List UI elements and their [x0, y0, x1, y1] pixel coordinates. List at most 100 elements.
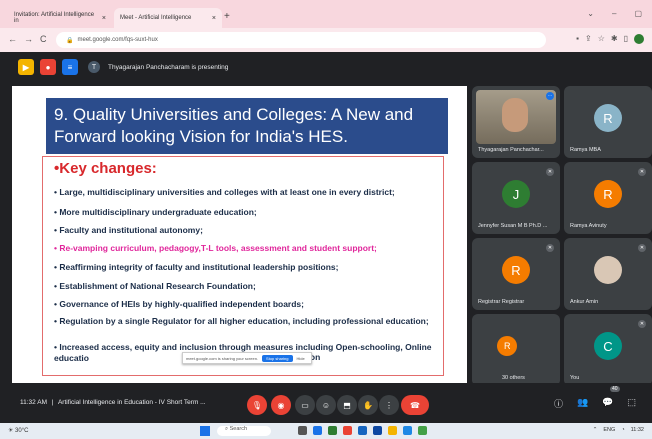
slide-bullet: • Large, multidisciplinary universities … [54, 187, 395, 197]
emoji-button[interactable]: ☺ [316, 395, 336, 415]
more-options-button[interactable]: ⋮ [379, 395, 399, 415]
activities-icon[interactable]: ⬚ [627, 397, 636, 410]
url-text: meet.google.com/fqs-suxt-hux [77, 37, 158, 43]
start-icon[interactable] [200, 426, 210, 436]
info-icon[interactable]: ⓘ [554, 397, 563, 410]
people-icon[interactable]: 👥 [577, 397, 588, 410]
hide-button[interactable]: Hide [297, 356, 305, 361]
avatar: R [502, 256, 530, 285]
participant-name: Ankur Amin [570, 299, 599, 305]
minimize-icon[interactable]: – [612, 9, 616, 18]
meeting-time: 11:32 AM [20, 399, 47, 406]
mic-off-icon: ✕ [638, 320, 646, 328]
presenter-icon: T [88, 61, 100, 73]
taskbar-search[interactable]: ⌕ Search [217, 426, 271, 436]
lock-icon: 🔒 [66, 37, 74, 44]
tab-meet[interactable]: Meet - Artificial Intelligence × [114, 8, 222, 28]
participant-name: You [570, 375, 580, 381]
chevron-up-icon[interactable]: ⌃ [593, 427, 598, 433]
participant-tile[interactable]: R Ramya MBA [564, 86, 652, 158]
app-icon[interactable] [418, 426, 427, 435]
slide-bullet: • More multidisciplinary undergraduate e… [54, 207, 257, 217]
more-options-icon[interactable]: ⋯ [546, 92, 554, 100]
participant-name: Thyagarajan Panchachar... [478, 147, 544, 153]
presenting-indicator: T Thyagarajan Panchacharam is presenting [88, 61, 228, 73]
raise-hand-button[interactable]: ✋ [358, 395, 378, 415]
mic-off-icon: ✕ [546, 244, 554, 252]
chrome-icon[interactable] [313, 426, 322, 435]
address-bar-row: ← → C 🔒 meet.google.com/fqs-suxt-hux ▪ ⇪… [0, 28, 652, 52]
star-icon[interactable]: ☆ [598, 34, 605, 44]
participant-count-badge: 40 [610, 386, 620, 392]
app-icon[interactable] [343, 426, 352, 435]
close-tab-icon[interactable]: × [102, 15, 106, 22]
avatar: J [502, 180, 530, 209]
side-panel-controls: ⓘ 👥 💬 ⬚ [554, 397, 636, 410]
participant-tile[interactable]: ✕ R Ramya Avinuty [564, 162, 652, 234]
browser-tab-strip: Invitation: Artificial Intelligence in ×… [0, 0, 652, 28]
slide-bullet: • Governance of HEIs by highly-qualified… [54, 299, 304, 309]
chevron-down-icon[interactable]: ⌄ [587, 9, 594, 18]
slide-bullet: • Reaffirming integrity of faculty and i… [54, 262, 339, 272]
share-icon[interactable]: ⇪ [585, 34, 592, 44]
meet-control-bar: 11:32 AM | Artificial Intelligence in Ed… [0, 383, 652, 423]
task-view-icon[interactable] [298, 426, 307, 435]
participant-tile[interactable]: ✕ C You [564, 314, 652, 386]
leave-call-button[interactable]: ☎ [401, 395, 429, 415]
close-tab-icon[interactable]: × [212, 15, 216, 22]
weather-widget[interactable]: ☀ 30°C [8, 427, 28, 434]
meeting-title: Artificial Intelligence in Education - I… [57, 399, 206, 406]
meet-logo-icon: ▶ [18, 59, 34, 75]
participant-tile[interactable]: ✕ Ankur Amin [564, 238, 652, 310]
present-button[interactable]: ⬒ [337, 395, 357, 415]
participant-tile[interactable]: ✕ J Jennyfer Susan M B Ph.D ... [472, 162, 560, 234]
reload-icon[interactable]: C [40, 34, 47, 44]
docs-icon[interactable]: ≡ [62, 59, 78, 75]
mic-off-icon: ✕ [546, 168, 554, 176]
camera-icon[interactable]: ▪ [576, 34, 579, 44]
slide-bullet: • Re-vamping curriculum, pedagogy,T-L to… [54, 243, 377, 253]
share-notice-text: meet.google.com is sharing your screen. [186, 355, 259, 361]
slide-bullet: • Faculty and institutional autonomy; [54, 225, 203, 235]
wifi-icon[interactable]: ◔ [621, 427, 624, 433]
captions-button[interactable]: ▭ [295, 395, 315, 415]
chat-icon[interactable]: 💬 [602, 397, 613, 410]
tab-label: Invitation: Artificial Intelligence in [14, 12, 95, 24]
back-icon[interactable]: ← [8, 34, 17, 44]
mic-off-icon: ✕ [638, 244, 646, 252]
app-icon[interactable] [403, 426, 412, 435]
sidebar-icon[interactable]: ▯ [624, 34, 628, 44]
app-icon[interactable] [328, 426, 337, 435]
presenting-text: Thyagarajan Panchacharam is presenting [108, 63, 229, 71]
meet-top-bar: ▶ ● ≡ T Thyagarajan Panchacharam is pres… [0, 52, 652, 82]
avatar: R [497, 336, 518, 357]
app-icon[interactable] [373, 426, 382, 435]
participant-tile[interactable]: R 30 others [472, 314, 560, 386]
mic-toggle-button[interactable]: 🎙 [247, 395, 267, 415]
browser-toolbar: ▪ ⇪ ☆ ✱ ▯ [576, 34, 644, 44]
taskbar-apps [298, 426, 427, 435]
maximize-icon[interactable]: ▢ [634, 9, 642, 18]
clock[interactable]: 11:32 [631, 427, 644, 433]
participant-video [476, 90, 556, 144]
url-input[interactable]: 🔒 meet.google.com/fqs-suxt-hux [56, 32, 546, 48]
participant-tile[interactable]: ✕ R Registrar Registrar [472, 238, 560, 310]
extensions-icon[interactable]: ✱ [611, 34, 618, 44]
tray-language[interactable]: ENG [603, 427, 615, 433]
participant-tile[interactable]: ⋯ Thyagarajan Panchachar... [472, 86, 560, 158]
new-tab-button[interactable]: + [224, 11, 230, 22]
mic-off-icon: ✕ [638, 168, 646, 176]
meeting-details: 11:32 AM | Artificial Intelligence in Ed… [20, 399, 206, 406]
app-icon[interactable] [358, 426, 367, 435]
slide-heading: •Key changes: [54, 160, 157, 177]
record-icon[interactable]: ● [40, 59, 56, 75]
camera-toggle-button[interactable]: ◉ [271, 395, 291, 415]
profile-avatar[interactable] [634, 34, 644, 44]
stop-sharing-button[interactable]: Stop sharing [262, 354, 293, 362]
participant-name: Registrar Registrar [478, 299, 525, 305]
file-explorer-icon[interactable] [388, 426, 397, 435]
avatar: R [594, 180, 622, 209]
participant-name: 30 others [502, 375, 525, 381]
tab-invitation[interactable]: Invitation: Artificial Intelligence in × [8, 8, 112, 28]
forward-icon[interactable]: → [24, 34, 33, 44]
